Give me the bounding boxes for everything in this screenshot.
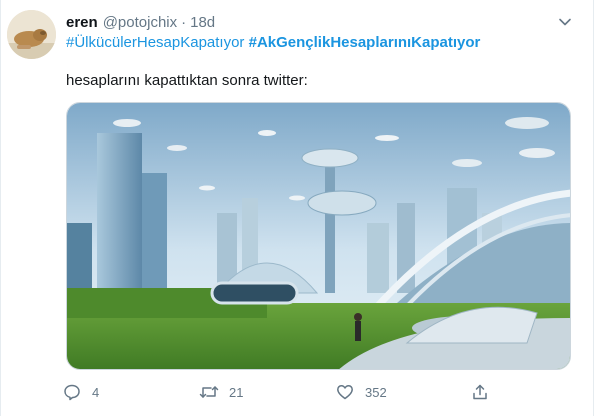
share-button[interactable] [466, 378, 494, 406]
hashtag-link[interactable]: #ÜlkücülerHesapKapatıyor [66, 34, 244, 51]
reply-button[interactable]: 4 [58, 378, 99, 406]
more-options-button[interactable] [553, 10, 577, 34]
hashtag-link[interactable]: #AkGençlikHesaplarınıKapatıyor [249, 34, 481, 51]
hashtags: #ÜlkücülerHesapKapatıyor #AkGençlikHesap… [66, 34, 480, 51]
reply-count: 4 [92, 384, 100, 400]
tweet-header: eren @potojchix · 18d [66, 12, 215, 32]
futuristic-city-image [67, 103, 570, 369]
retweet-count: 21 [229, 384, 244, 400]
chevron-down-icon [559, 18, 571, 26]
tweet[interactable]: eren @potojchix · 18d #ÜlkücülerHesapKap… [0, 0, 594, 416]
like-button[interactable]: 352 [331, 378, 387, 406]
tweet-media[interactable] [66, 102, 571, 370]
reply-icon [58, 378, 86, 406]
separator-dot: · [181, 13, 187, 31]
retweet-icon [195, 378, 223, 406]
user-handle[interactable]: @potojchix [103, 14, 177, 31]
heart-icon [331, 378, 359, 406]
like-count: 352 [365, 384, 387, 400]
tweet-text: hesaplarını kapattıktan sonra twitter: [66, 72, 308, 89]
tweet-timestamp[interactable]: 18d [190, 14, 215, 31]
display-name[interactable]: eren [66, 14, 98, 31]
avatar-image [7, 10, 56, 59]
tweet-actions: 4 21 352 [58, 378, 538, 406]
avatar[interactable] [7, 10, 56, 59]
retweet-button[interactable]: 21 [195, 378, 243, 406]
share-icon [466, 378, 494, 406]
